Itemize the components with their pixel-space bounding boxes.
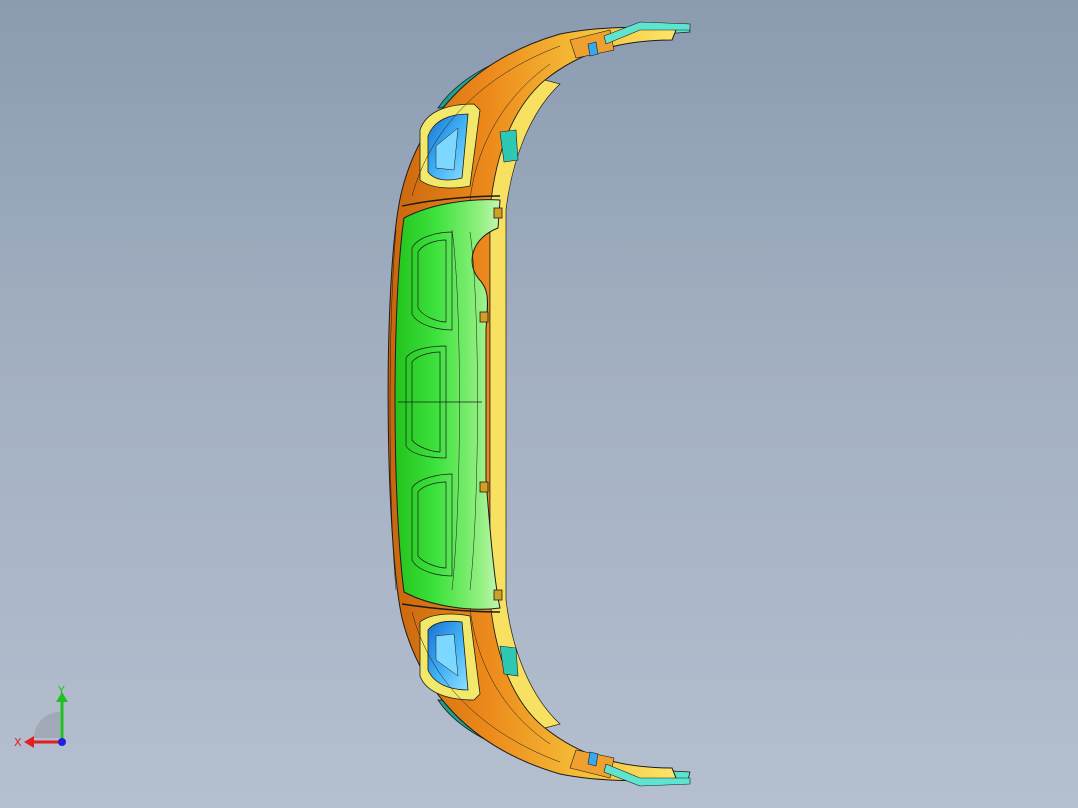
clip xyxy=(493,207,503,219)
triad-arc xyxy=(34,712,60,738)
triad-y-label: Y xyxy=(57,684,65,697)
top-vent xyxy=(419,103,481,189)
graphics-viewport[interactable]: Y X xyxy=(0,0,1078,808)
clip xyxy=(479,481,489,493)
x-axis-arrow xyxy=(24,736,34,748)
inner-band xyxy=(489,79,561,729)
bumper-model[interactable] xyxy=(0,0,1078,808)
z-axis-dot xyxy=(58,738,66,746)
clip xyxy=(493,589,503,601)
orientation-triad[interactable]: Y X xyxy=(10,684,80,754)
triad-x-label: X xyxy=(14,736,22,749)
clip xyxy=(479,311,489,323)
